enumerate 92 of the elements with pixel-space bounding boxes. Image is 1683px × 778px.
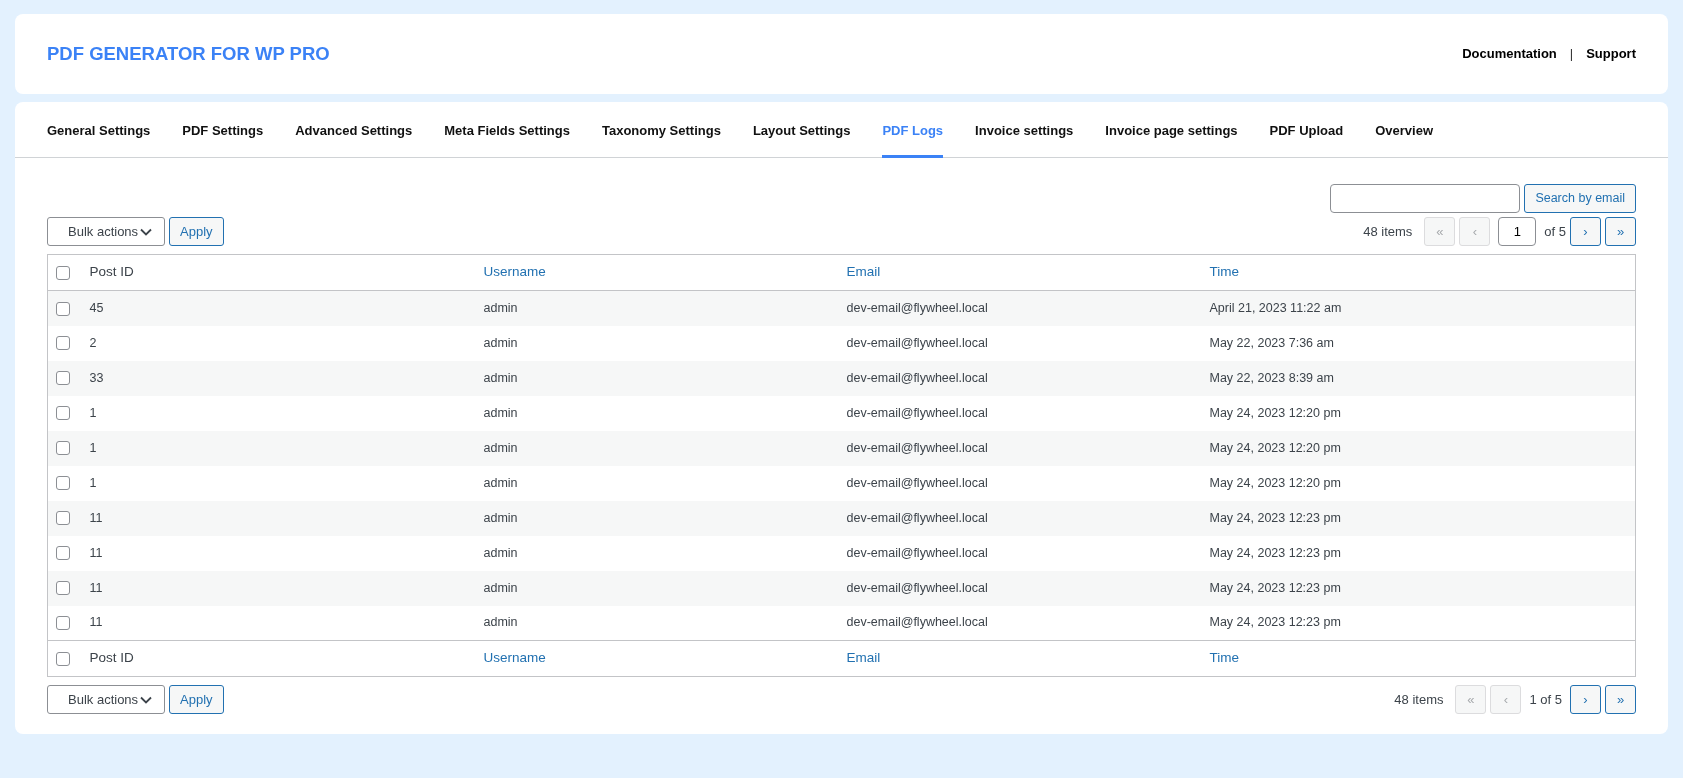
- table-cell: May 24, 2023 12:23 pm: [1209, 580, 1341, 595]
- table-cell: admin: [483, 510, 518, 525]
- table-cell: admin: [483, 335, 518, 350]
- table-cell: 11: [89, 615, 103, 630]
- table-cell: dev-email@flywheel.local: [846, 405, 988, 420]
- chevron-down-icon: [140, 227, 153, 236]
- tab[interactable]: Taxonomy Settings: [601, 102, 721, 158]
- table-cell: May 24, 2023 12:20 pm: [1209, 440, 1341, 455]
- tab[interactable]: Overview: [1375, 102, 1434, 158]
- apply-button[interactable]: Apply: [169, 685, 224, 714]
- column-sort-link[interactable]: Email: [846, 264, 881, 280]
- pagination-button[interactable]: ›: [1570, 217, 1601, 246]
- table-cell: 11: [89, 545, 103, 560]
- table-cell: May 22, 2023 8:39 am: [1209, 370, 1334, 385]
- search-field[interactable]: [1330, 184, 1521, 213]
- tab[interactable]: PDF Settings: [182, 102, 264, 158]
- table-cell: dev-email@flywheel.local: [846, 475, 988, 490]
- checkbox[interactable]: [56, 301, 70, 316]
- item-count: 48 items: [1363, 222, 1413, 241]
- table-cell: May 24, 2023 12:20 pm: [1209, 405, 1341, 420]
- table-cell: dev-email@flywheel.local: [846, 440, 988, 455]
- checkbox[interactable]: [56, 581, 70, 596]
- table-cell: April 21, 2023 11:22 am: [1209, 300, 1342, 315]
- column-sort-link[interactable]: Email: [846, 650, 881, 666]
- plugin-title: PDF GENERATOR FOR WP PRO: [47, 42, 330, 67]
- table-cell: dev-email@flywheel.local: [846, 510, 988, 525]
- checkbox[interactable]: [56, 511, 70, 526]
- tab[interactable]: Invoice page settings: [1105, 102, 1238, 158]
- separator: |: [1569, 45, 1574, 64]
- table-cell: 1: [89, 405, 97, 420]
- page-input[interactable]: 1: [1498, 217, 1537, 246]
- table-cell: dev-email@flywheel.local: [846, 335, 988, 350]
- table-cell: 45: [89, 300, 104, 315]
- checkbox[interactable]: [56, 371, 70, 386]
- pagination-button[interactable]: ›: [1570, 685, 1601, 714]
- page-count: 1 of 5: [1529, 690, 1562, 709]
- checkbox[interactable]: [56, 336, 70, 351]
- table-cell: admin: [483, 300, 518, 315]
- column-sort-link[interactable]: Username: [483, 264, 546, 280]
- tab[interactable]: Advanced Settings: [295, 102, 413, 158]
- table-cell: May 24, 2023 12:23 pm: [1209, 510, 1341, 525]
- tab[interactable]: General Settings: [47, 102, 151, 158]
- bulk-actions-select[interactable]: Bulk actions: [47, 217, 165, 246]
- table-cell: 11: [89, 580, 103, 595]
- table-cell: dev-email@flywheel.local: [846, 545, 988, 560]
- table-cell: May 22, 2023 7:36 am: [1209, 335, 1334, 350]
- table-cell: 1: [89, 475, 97, 490]
- table-cell: 33: [89, 370, 104, 385]
- checkbox[interactable]: [56, 406, 70, 421]
- bulk-actions-select[interactable]: Bulk actions: [47, 685, 165, 714]
- table-cell: 2: [89, 335, 97, 350]
- table-cell: admin: [483, 370, 518, 385]
- table-cell: admin: [483, 615, 518, 630]
- checkbox[interactable]: [56, 441, 70, 456]
- column-sort-link[interactable]: Username: [483, 650, 546, 666]
- checkbox[interactable]: [56, 616, 70, 631]
- checkbox[interactable]: [56, 265, 70, 280]
- checkbox[interactable]: [56, 476, 70, 491]
- item-count: 48 items: [1394, 690, 1444, 709]
- pagination-button[interactable]: »: [1605, 685, 1636, 714]
- table-cell: May 24, 2023 12:23 pm: [1209, 615, 1341, 630]
- column-sort-link[interactable]: Time: [1209, 264, 1239, 280]
- table-cell: admin: [483, 440, 518, 455]
- table-cell: 11: [89, 510, 103, 525]
- search-button[interactable]: Search by email: [1524, 184, 1636, 213]
- pagination-button[interactable]: »: [1605, 217, 1636, 246]
- table-cell: May 24, 2023 12:23 pm: [1209, 545, 1341, 560]
- apply-button[interactable]: Apply: [169, 217, 224, 246]
- table-cell: dev-email@flywheel.local: [846, 370, 988, 385]
- table-cell: admin: [483, 545, 518, 560]
- table-cell: May 24, 2023 12:20 pm: [1209, 475, 1341, 490]
- tab[interactable]: Meta Fields Settings: [444, 102, 570, 158]
- column-sort-link[interactable]: Time: [1209, 650, 1239, 666]
- page-count: of 5: [1544, 222, 1566, 241]
- table-cell: dev-email@flywheel.local: [846, 615, 988, 630]
- table-cell: admin: [483, 405, 518, 420]
- tab[interactable]: PDF Logs: [882, 102, 944, 158]
- table-cell: dev-email@flywheel.local: [846, 580, 988, 595]
- tab[interactable]: Invoice settings: [975, 102, 1074, 158]
- table-cell: admin: [483, 580, 518, 595]
- tab[interactable]: Layout Settings: [752, 102, 851, 158]
- table-cell: admin: [483, 475, 518, 490]
- column-header: Post ID: [89, 650, 134, 666]
- table-cell: 1: [89, 440, 97, 455]
- column-header: Post ID: [89, 264, 134, 280]
- checkbox[interactable]: [56, 651, 70, 666]
- table-cell: dev-email@flywheel.local: [846, 300, 988, 315]
- checkbox[interactable]: [56, 546, 70, 561]
- chevron-down-icon: [140, 695, 153, 704]
- tab[interactable]: PDF Upload: [1269, 102, 1344, 158]
- header-link[interactable]: Documentation: [1462, 44, 1557, 64]
- header-link[interactable]: Support: [1586, 44, 1636, 64]
